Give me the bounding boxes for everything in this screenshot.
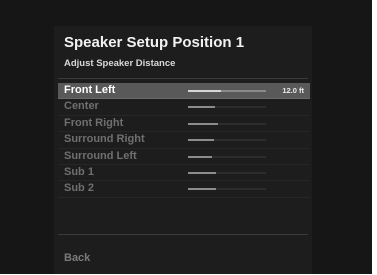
speaker-row-front-right[interactable]: Front Right — [58, 116, 310, 133]
speaker-label: Surround Right — [64, 133, 145, 146]
speaker-list: Front Left 12.0 ft Center Front Right Su… — [58, 83, 310, 198]
distance-slider-fill — [188, 122, 218, 125]
distance-slider[interactable] — [188, 171, 266, 174]
distance-slider[interactable] — [188, 90, 266, 92]
distance-value: 12.0 ft — [282, 86, 304, 95]
speaker-label: Sub 1 — [64, 165, 94, 178]
distance-slider-fill — [188, 155, 213, 158]
speaker-label: Front Left — [64, 84, 116, 96]
speaker-label: Front Right — [64, 116, 124, 129]
tv-screen: Speaker Setup Position 1 Adjust Speaker … — [0, 0, 372, 274]
page-subtitle: Adjust Speaker Distance — [64, 58, 176, 69]
distance-slider-fill — [188, 90, 221, 92]
back-button[interactable]: Back — [64, 252, 90, 264]
distance-slider[interactable] — [188, 155, 266, 158]
page-title: Speaker Setup Position 1 — [64, 34, 245, 51]
distance-slider-fill — [188, 139, 214, 142]
speaker-label: Sub 2 — [64, 182, 94, 195]
speaker-setup-panel: Speaker Setup Position 1 Adjust Speaker … — [54, 26, 312, 274]
speaker-row-surround-left[interactable]: Surround Left — [58, 149, 310, 165]
speaker-label: Surround Left — [64, 149, 137, 162]
distance-slider[interactable] — [188, 106, 266, 109]
speaker-row-front-left[interactable]: Front Left 12.0 ft — [58, 83, 310, 100]
distance-slider[interactable] — [188, 122, 266, 125]
distance-slider[interactable] — [188, 188, 266, 191]
speaker-row-sub-2[interactable]: Sub 2 — [58, 181, 310, 198]
header-divider — [58, 78, 308, 79]
distance-slider[interactable] — [188, 139, 266, 142]
speaker-row-surround-right[interactable]: Surround Right — [58, 132, 310, 149]
speaker-row-sub-1[interactable]: Sub 1 — [58, 165, 310, 182]
distance-slider-fill — [188, 188, 217, 191]
distance-slider-fill — [188, 106, 216, 109]
speaker-label: Center — [64, 100, 99, 113]
distance-slider-fill — [188, 171, 217, 174]
speaker-row-center[interactable]: Center — [58, 99, 310, 116]
footer-divider — [58, 234, 308, 235]
